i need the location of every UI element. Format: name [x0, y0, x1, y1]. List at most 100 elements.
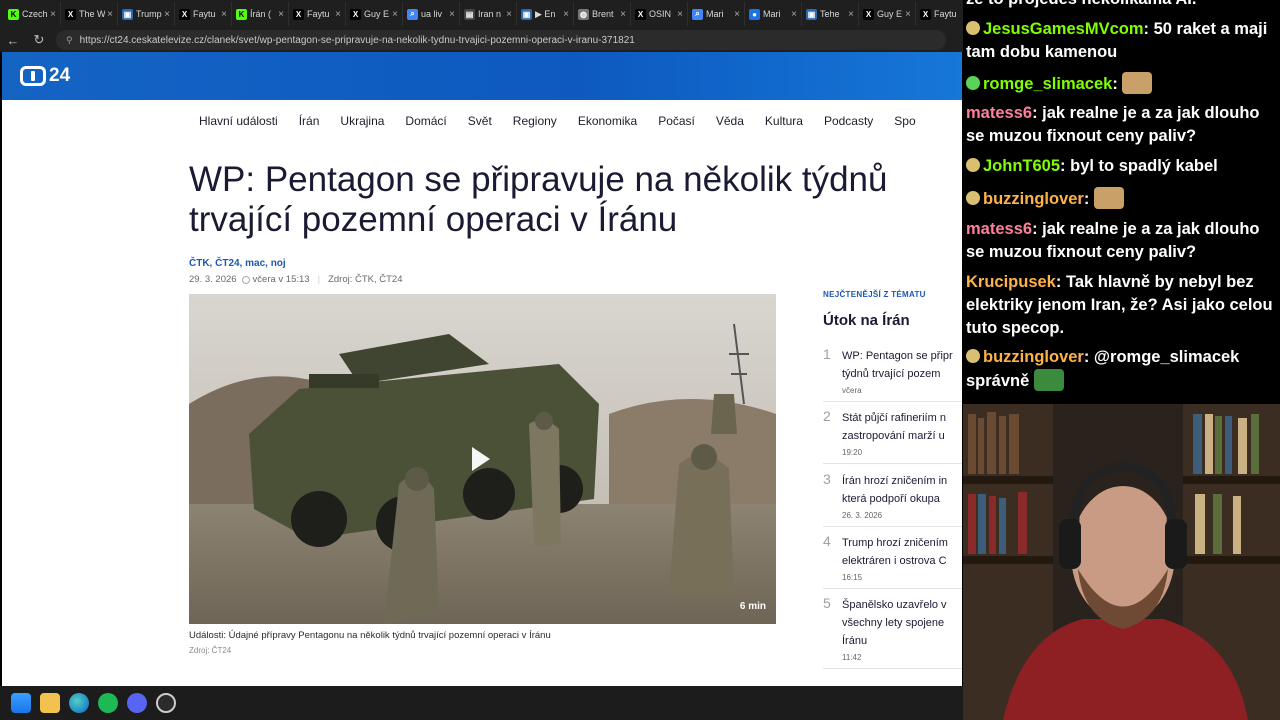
- x-logo-icon: X: [179, 8, 190, 20]
- nav-item[interactable]: Kultura: [765, 114, 803, 128]
- web-page: 24 Hlavní události Írán Ukrajina Domácí …: [2, 52, 962, 686]
- close-icon[interactable]: ×: [164, 9, 170, 20]
- nav-item[interactable]: Regiony: [513, 114, 557, 128]
- most-read-item[interactable]: 5 Španělsko uzavřelo v všechny lety spoj…: [823, 595, 962, 669]
- item-number: 1: [823, 346, 831, 362]
- ct24-logo[interactable]: 24: [20, 65, 70, 87]
- browser-tab[interactable]: X OSIN ×: [631, 2, 688, 26]
- obs-icon[interactable]: [156, 693, 176, 713]
- file-explorer-icon[interactable]: [40, 693, 60, 713]
- browser-tab[interactable]: ● Mari ×: [745, 2, 802, 26]
- tab-title: Brent: [592, 9, 614, 19]
- browser-tab[interactable]: ▣ ▶ En ×: [517, 2, 574, 26]
- most-read-item[interactable]: 3 Írán hrozí zničením in která podpoří o…: [823, 471, 962, 527]
- browser-tab[interactable]: X Guy E ×: [859, 2, 916, 26]
- discord-icon[interactable]: [127, 693, 147, 713]
- browser-tab-strip: K Czech × X The W × ▣ Trump × X Faytu × K Írán (× X Fay…: [0, 0, 965, 28]
- spotify-icon[interactable]: [98, 693, 118, 713]
- close-icon[interactable]: ×: [848, 9, 854, 20]
- browser-tab[interactable]: XFaytu×: [289, 2, 346, 26]
- close-icon[interactable]: ×: [506, 9, 512, 20]
- x-logo-icon: X: [65, 8, 76, 20]
- most-read-item[interactable]: 2 Stát půjčí rafineriím n zastropování m…: [823, 408, 962, 464]
- close-icon[interactable]: ×: [278, 9, 284, 20]
- tab-title: OSIN: [649, 9, 672, 19]
- chat-username[interactable]: matess6: [966, 220, 1032, 238]
- browser-tab[interactable]: ▣ Trump ×: [118, 2, 175, 26]
- tab-title: Mari: [706, 9, 724, 19]
- item-title: Stát půjčí rafineriím n zastropování mar…: [842, 412, 946, 442]
- play-icon[interactable]: [472, 447, 490, 471]
- chat-username[interactable]: JohnT605: [983, 157, 1060, 175]
- item-time: 11:42: [842, 653, 862, 662]
- browser-tab[interactable]: K Czech ×: [4, 2, 61, 26]
- chat-message: romge_slimacek:: [966, 72, 1276, 96]
- close-icon[interactable]: ×: [50, 9, 56, 20]
- browser-tab[interactable]: ◍ Brent ×: [574, 2, 631, 26]
- article-updated: včera v 15:13: [252, 274, 310, 285]
- browser-tab[interactable]: ⌕ Mari ×: [688, 2, 745, 26]
- cat-emote-icon: [1122, 72, 1153, 94]
- chat-username[interactable]: buzzinglover: [983, 348, 1084, 366]
- browser-tab[interactable]: ▤ Iran n ×: [460, 2, 517, 26]
- close-icon[interactable]: ×: [677, 9, 683, 20]
- chat-username[interactable]: Krucipusek: [966, 273, 1056, 291]
- chat-username[interactable]: JesusGamesMVcom: [983, 20, 1144, 38]
- chat-username[interactable]: buzzinglover: [983, 190, 1084, 208]
- sidebar-title[interactable]: Útok na Írán: [823, 312, 962, 329]
- nav-item[interactable]: Podcasty: [824, 114, 873, 128]
- nav-item[interactable]: Ekonomika: [578, 114, 637, 128]
- back-icon[interactable]: ←: [0, 33, 26, 48]
- browser-tab[interactable]: K Írán (×: [232, 2, 289, 26]
- windows-start-icon[interactable]: [11, 693, 31, 713]
- browser-tab[interactable]: X Guy E ×: [346, 2, 403, 26]
- chat-message: buzzinglover:: [966, 187, 1276, 211]
- article-source: Zdroj: ČTK, ČT24: [328, 274, 403, 285]
- nav-item[interactable]: Domácí: [405, 114, 446, 128]
- item-number: 2: [823, 408, 831, 424]
- close-icon[interactable]: ×: [791, 9, 797, 20]
- item-time: 16:15: [842, 573, 863, 582]
- browser-tab[interactable]: XFaytu×: [916, 2, 965, 26]
- browser-tab[interactable]: XFaytu×: [175, 2, 232, 26]
- close-icon[interactable]: ×: [905, 9, 911, 20]
- close-icon[interactable]: ×: [734, 9, 740, 20]
- nav-item[interactable]: Hlavní události: [199, 114, 278, 128]
- close-icon[interactable]: ×: [107, 9, 113, 20]
- nav-item[interactable]: Írán: [299, 114, 320, 128]
- stream-chat: že to projedes několikama AI. JesusGames…: [963, 0, 1280, 404]
- x-logo-icon: X: [635, 8, 646, 20]
- browser-tab[interactable]: ▣ Tehe ×: [802, 2, 859, 26]
- divider: |: [317, 274, 321, 285]
- item-number: 3: [823, 471, 831, 487]
- tab-title: The W: [79, 9, 106, 19]
- address-bar[interactable]: ⚲ https://ct24.ceskatelevize.cz/clanek/s…: [56, 30, 946, 50]
- browser-tab[interactable]: ⌕ ua liv ×: [403, 2, 460, 26]
- reload-icon[interactable]: ↻: [26, 32, 52, 48]
- close-icon[interactable]: ×: [563, 9, 569, 20]
- nav-item[interactable]: Spo: [894, 114, 915, 128]
- tv-icon: ▣: [122, 8, 133, 20]
- close-icon[interactable]: ×: [449, 9, 455, 20]
- nav-item[interactable]: Svět: [468, 114, 492, 128]
- close-icon[interactable]: ×: [392, 9, 398, 20]
- webcam-feed: [963, 404, 1280, 720]
- most-read-item[interactable]: 4 Trump hrozí zničením elektráren i ostr…: [823, 533, 962, 589]
- close-icon[interactable]: ×: [335, 9, 341, 20]
- close-icon[interactable]: ×: [620, 9, 626, 20]
- nav-item[interactable]: Počasí: [658, 114, 695, 128]
- sub-badge-icon: [966, 21, 980, 35]
- article-authors[interactable]: ČTK, ČT24, mac, noj: [189, 258, 286, 269]
- chat-message: JesusGamesMVcom: 50 raket a maji tam dob…: [966, 20, 1268, 61]
- article-video[interactable]: 6 min: [189, 294, 776, 624]
- browser-tab[interactable]: X The W ×: [61, 2, 118, 26]
- most-read-item[interactable]: 1 WP: Pentagon se připr týdnů trvající p…: [823, 346, 962, 402]
- item-number: 5: [823, 595, 831, 611]
- search-icon: ⌕: [407, 8, 418, 20]
- nav-item[interactable]: Věda: [716, 114, 744, 128]
- chat-username[interactable]: matess6: [966, 104, 1032, 122]
- nav-item[interactable]: Ukrajina: [340, 114, 384, 128]
- close-icon[interactable]: ×: [221, 9, 227, 20]
- chat-username[interactable]: romge_slimacek: [983, 75, 1112, 93]
- edge-browser-icon[interactable]: [69, 693, 89, 713]
